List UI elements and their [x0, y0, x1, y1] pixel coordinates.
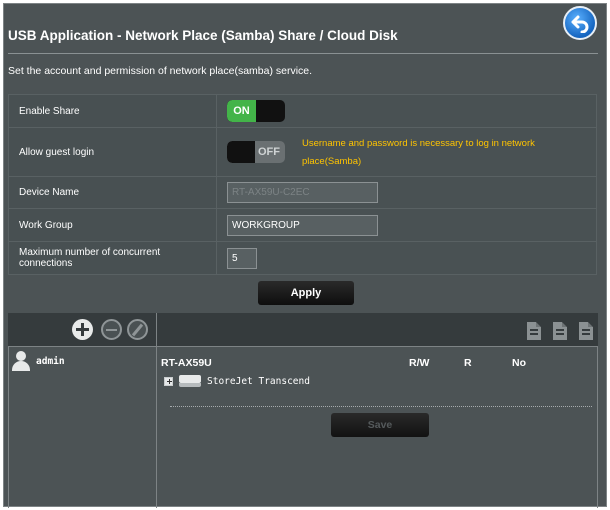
back-button[interactable] [563, 6, 597, 40]
enable-share-toggle-text: ON [227, 100, 256, 122]
allow-guest-label: Allow guest login [8, 127, 217, 177]
column-rw: R/W [409, 357, 430, 369]
enable-share-label: Enable Share [8, 94, 217, 128]
page-title: USB Application - Network Place (Samba) … [8, 28, 398, 43]
share-divider [170, 406, 592, 407]
drive-icon [179, 375, 201, 387]
share-toolbar [8, 313, 598, 347]
settings-table: Enable Share ON Allow guest login OFF Us… [8, 94, 597, 275]
edit-user-icon[interactable] [127, 319, 148, 340]
expand-icon[interactable] [164, 376, 173, 386]
save-button[interactable]: Save [331, 413, 429, 437]
add-folder-icon[interactable] [527, 322, 541, 340]
column-r: R [464, 357, 472, 369]
device-name-row: Device Name RT-AX59U-C2EC [8, 176, 597, 209]
device-name-label: Device Name [8, 176, 217, 209]
add-user-icon[interactable] [72, 319, 93, 340]
enable-share-toggle[interactable]: ON [227, 100, 285, 122]
device-name-field[interactable]: RT-AX59U-C2EC [227, 182, 378, 203]
delete-folder-icon[interactable] [553, 322, 567, 340]
allow-guest-toggle[interactable]: OFF [227, 141, 285, 163]
max-connections-field[interactable]: 5 [227, 247, 257, 269]
allow-guest-toggle-text: OFF [258, 146, 280, 158]
back-arrow-icon [571, 15, 589, 33]
guest-login-warning: Username and password is necessary to lo… [302, 138, 535, 167]
share-name: StoreJet Transcend [207, 375, 310, 387]
work-group-row: Work Group WORKGROUP [8, 208, 597, 242]
max-connections-row: Maximum number of concurrent connections… [8, 241, 597, 275]
device-name-header: RT-AX59U [161, 357, 212, 369]
account-list-item[interactable]: admin [12, 351, 65, 371]
user-icon [12, 351, 30, 371]
tree-divider [156, 313, 157, 508]
max-connections-label: Maximum number of concurrent connections [8, 241, 217, 275]
apply-button[interactable]: Apply [258, 281, 354, 305]
toggle-knob [227, 141, 255, 163]
account-name: admin [36, 355, 65, 367]
tree-right-border [597, 347, 598, 508]
share-item[interactable]: StoreJet Transcend [164, 375, 310, 387]
work-group-field[interactable]: WORKGROUP [227, 214, 378, 236]
title-divider [8, 53, 598, 54]
allow-guest-row: Allow guest login OFF Username and passw… [8, 127, 597, 177]
delete-user-icon[interactable] [101, 319, 122, 340]
tree-left-border [8, 347, 9, 508]
edit-folder-icon[interactable] [579, 322, 593, 340]
enable-share-row: Enable Share ON [8, 94, 597, 128]
work-group-label: Work Group [8, 208, 217, 242]
column-no: No [512, 357, 526, 369]
page-description: Set the account and permission of networ… [8, 65, 313, 77]
